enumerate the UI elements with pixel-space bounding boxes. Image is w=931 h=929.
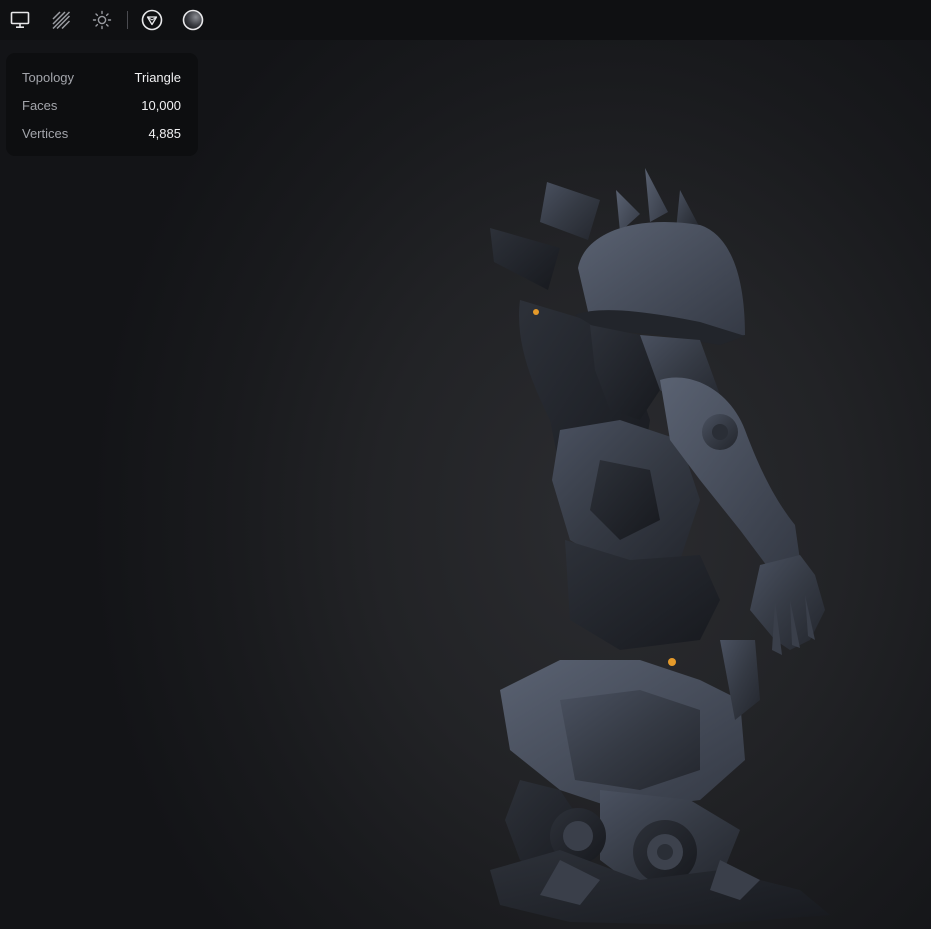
vertices-label: Vertices [22, 125, 69, 141]
environment-button[interactable] [179, 6, 207, 34]
toolbar-divider [127, 11, 128, 29]
topology-row: Topology Triangle [22, 63, 181, 91]
vertices-row: Vertices 4,885 [22, 119, 181, 147]
mesh-stats-panel: Topology Triangle Faces 10,000 Vertices … [6, 53, 198, 156]
sun-icon [92, 10, 112, 30]
sphere-icon [182, 9, 204, 31]
shield-sphere-icon [141, 9, 163, 31]
faces-value: 10,000 [141, 97, 181, 113]
lighting-button[interactable] [88, 6, 116, 34]
wireframe-icon [52, 11, 70, 29]
viewer-toolbar [0, 0, 931, 40]
faces-row: Faces 10,000 [22, 91, 181, 119]
material-button[interactable] [138, 6, 166, 34]
wireframe-button[interactable] [47, 6, 75, 34]
topology-value: Triangle [134, 69, 181, 85]
monitor-button[interactable] [6, 6, 34, 34]
3d-viewport[interactable]: Topology Triangle Faces 10,000 Vertices … [0, 0, 931, 929]
vertices-value: 4,885 [148, 125, 181, 141]
topology-label: Topology [22, 69, 75, 85]
faces-label: Faces [22, 97, 58, 113]
monitor-icon [10, 11, 30, 29]
